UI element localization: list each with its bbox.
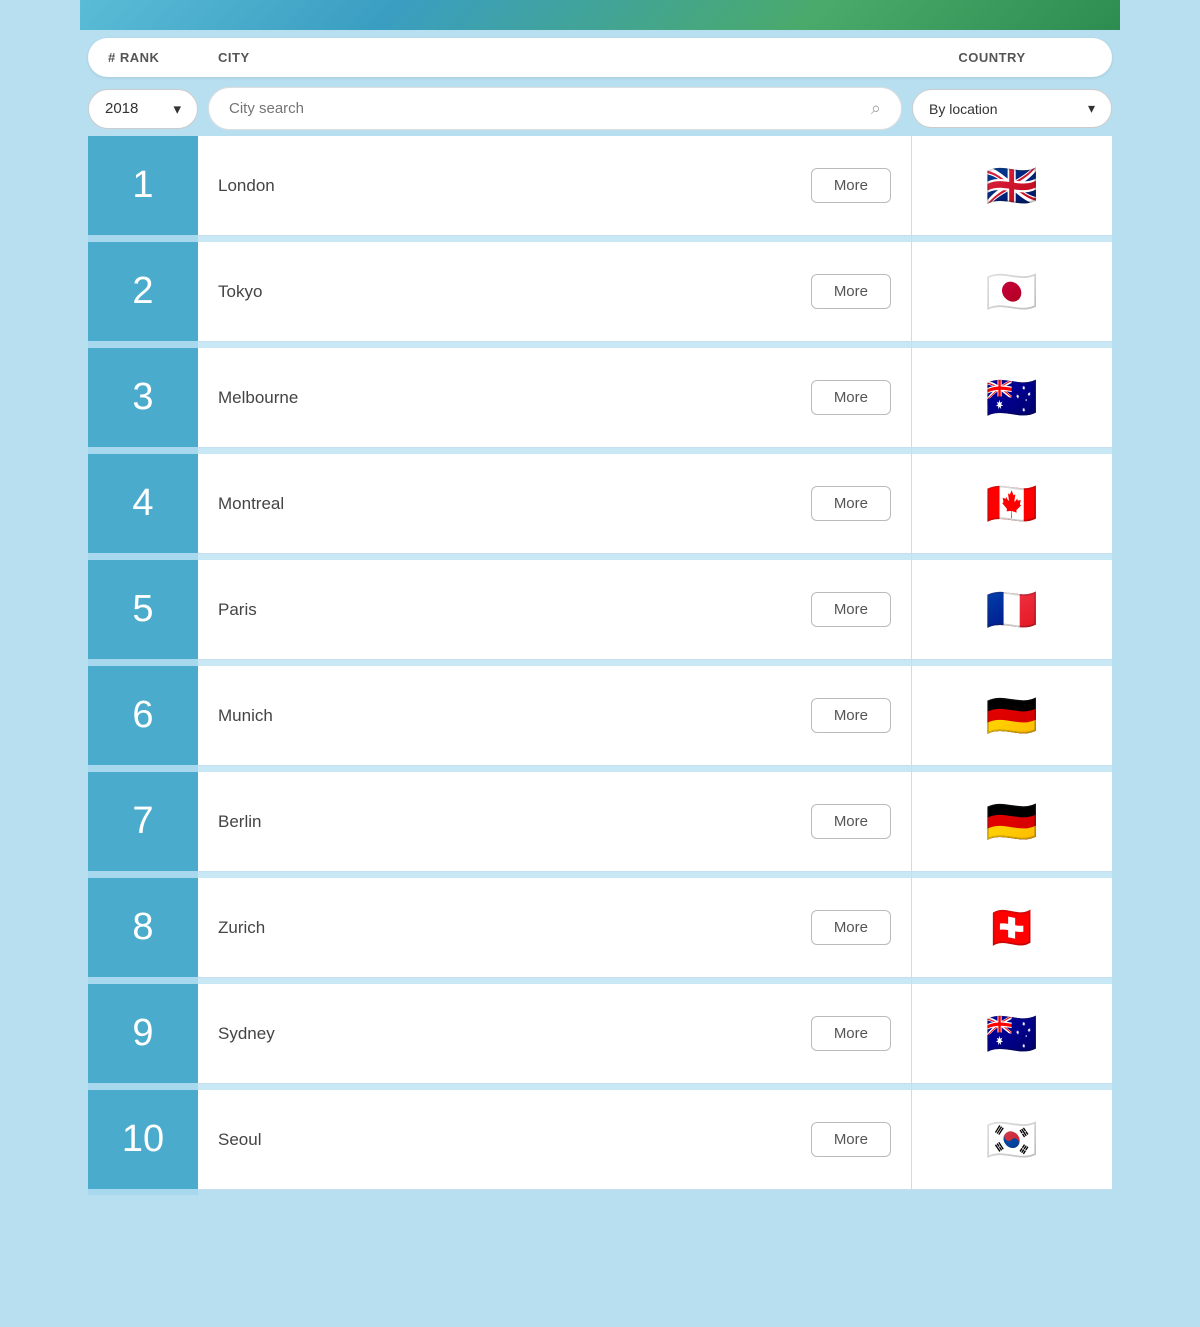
city-name: Seoul (218, 1130, 791, 1150)
city-cell: Berlin More (198, 772, 912, 871)
rank-number: 2 (132, 270, 153, 313)
rank-cell: 3 (88, 348, 198, 447)
country-cell: 🇨🇭 (912, 878, 1112, 977)
rank-cell: 2 (88, 242, 198, 341)
rank-cell: 8 (88, 878, 198, 977)
more-button[interactable]: More (811, 804, 891, 839)
table-row: 6 Munich More 🇩🇪 (88, 666, 1112, 766)
city-cell: Melbourne More (198, 348, 912, 447)
rank-cell: 6 (88, 666, 198, 765)
city-cell: Tokyo More (198, 242, 912, 341)
page-wrapper: # RANK CITY COUNTRY 2018 ▾ ⌕ By location… (80, 0, 1120, 1198)
country-column-header: COUNTRY (892, 50, 1092, 65)
country-cell: 🇩🇪 (912, 772, 1112, 871)
table-row: 8 Zurich More 🇨🇭 (88, 878, 1112, 978)
city-cell: Sydney More (198, 984, 912, 1083)
city-name: Tokyo (218, 282, 791, 302)
search-box: ⌕ (208, 87, 902, 130)
country-cell: 🇬🇧 (912, 136, 1112, 235)
city-name: London (218, 176, 791, 196)
rank-cell: 4 (88, 454, 198, 553)
more-button[interactable]: More (811, 486, 891, 521)
location-dropdown[interactable]: By location ▾ (912, 89, 1112, 128)
rank-number: 9 (132, 1012, 153, 1055)
city-name: Sydney (218, 1024, 791, 1044)
location-chevron-icon: ▾ (1088, 100, 1095, 117)
rank-number: 3 (132, 376, 153, 419)
country-flag: 🇨🇦 (986, 483, 1038, 525)
country-cell: 🇩🇪 (912, 666, 1112, 765)
search-input[interactable] (229, 100, 861, 117)
search-icon: ⌕ (871, 98, 881, 119)
city-cell: Seoul More (198, 1090, 912, 1189)
table-row: 5 Paris More 🇫🇷 (88, 560, 1112, 660)
table-row: 2 Tokyo More 🇯🇵 (88, 242, 1112, 342)
city-name: Melbourne (218, 388, 791, 408)
table-row: 10 Seoul More 🇰🇷 (88, 1090, 1112, 1190)
rank-column-header: # RANK (108, 50, 218, 65)
table-header: # RANK CITY COUNTRY (88, 38, 1112, 77)
rank-cell: 10 (88, 1090, 198, 1189)
country-flag: 🇩🇪 (986, 695, 1038, 737)
rankings-table: 1 London More 🇬🇧 2 Tokyo More 🇯� (88, 136, 1112, 1190)
country-cell: 🇦🇺 (912, 984, 1112, 1083)
more-button[interactable]: More (811, 698, 891, 733)
year-dropdown[interactable]: 2018 ▾ (88, 89, 198, 129)
country-flag: 🇰🇷 (986, 1119, 1038, 1161)
table-row: 9 Sydney More 🇦🇺 (88, 984, 1112, 1084)
city-cell: Munich More (198, 666, 912, 765)
country-cell: 🇫🇷 (912, 560, 1112, 659)
country-cell: 🇨🇦 (912, 454, 1112, 553)
country-flag: 🇬🇧 (986, 165, 1038, 207)
more-button[interactable]: More (811, 910, 891, 945)
year-chevron-icon: ▾ (173, 100, 181, 118)
more-button[interactable]: More (811, 168, 891, 203)
city-cell: Paris More (198, 560, 912, 659)
rank-cell: 7 (88, 772, 198, 871)
more-button[interactable]: More (811, 1122, 891, 1157)
rank-cell: 9 (88, 984, 198, 1083)
year-value: 2018 (105, 100, 138, 117)
city-cell: London More (198, 136, 912, 235)
country-flag: 🇦🇺 (986, 1013, 1038, 1055)
more-button[interactable]: More (811, 1016, 891, 1051)
table-row: 1 London More 🇬🇧 (88, 136, 1112, 236)
city-cell: Zurich More (198, 878, 912, 977)
controls-row: 2018 ▾ ⌕ By location ▾ (88, 87, 1112, 130)
city-name: Berlin (218, 812, 791, 832)
country-flag: 🇦🇺 (986, 377, 1038, 419)
rank-number: 4 (132, 482, 153, 525)
rank-number: 8 (132, 906, 153, 949)
country-flag: 🇫🇷 (986, 589, 1038, 631)
more-button[interactable]: More (811, 274, 891, 309)
main-container: # RANK CITY COUNTRY 2018 ▾ ⌕ By location… (80, 30, 1120, 1198)
rank-number: 7 (132, 800, 153, 843)
rank-cell: 5 (88, 560, 198, 659)
country-flag: 🇩🇪 (986, 801, 1038, 843)
city-column-header: CITY (218, 50, 892, 65)
rank-number: 5 (132, 588, 153, 631)
more-button[interactable]: More (811, 592, 891, 627)
banner-image (80, 0, 1120, 30)
country-cell: 🇦🇺 (912, 348, 1112, 447)
country-cell: 🇯🇵 (912, 242, 1112, 341)
rank-cell: 1 (88, 136, 198, 235)
rank-number: 10 (122, 1118, 164, 1161)
location-label: By location (929, 101, 997, 117)
city-cell: Montreal More (198, 454, 912, 553)
city-name: Montreal (218, 494, 791, 514)
table-row: 4 Montreal More 🇨🇦 (88, 454, 1112, 554)
city-name: Paris (218, 600, 791, 620)
table-row: 7 Berlin More 🇩🇪 (88, 772, 1112, 872)
more-button[interactable]: More (811, 380, 891, 415)
city-name: Zurich (218, 918, 791, 938)
rank-number: 6 (132, 694, 153, 737)
table-row: 3 Melbourne More 🇦🇺 (88, 348, 1112, 448)
city-name: Munich (218, 706, 791, 726)
country-cell: 🇰🇷 (912, 1090, 1112, 1189)
rank-number: 1 (132, 164, 153, 207)
country-flag: 🇨🇭 (986, 907, 1038, 949)
country-flag: 🇯🇵 (986, 271, 1038, 313)
